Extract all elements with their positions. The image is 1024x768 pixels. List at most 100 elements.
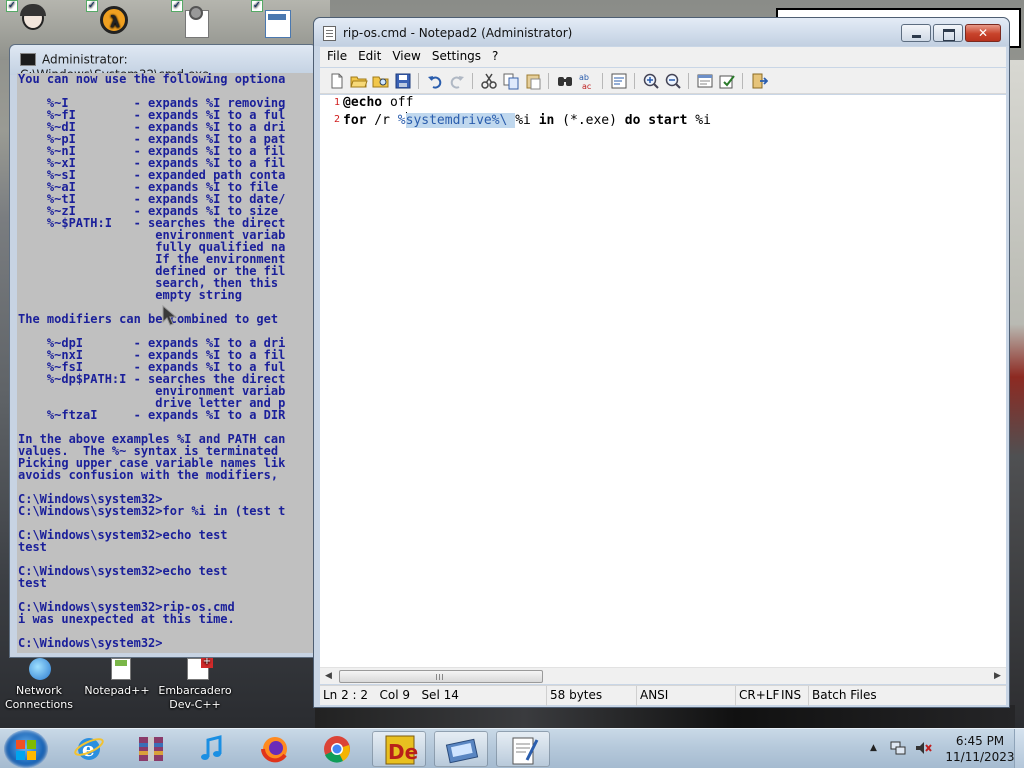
zoom-out-icon[interactable] <box>664 72 682 90</box>
maximize-button[interactable] <box>933 24 963 42</box>
keyword: in <box>538 113 555 128</box>
toolbar-separator <box>548 73 549 89</box>
selected-text[interactable]: systemdrive%\ <box>405 113 516 128</box>
gear-file-icon: ✓ <box>171 0 215 40</box>
status-eol[interactable]: CR+LF <box>735 686 779 706</box>
status-encoding[interactable]: ANSI <box>636 686 735 706</box>
copy-icon[interactable] <box>502 72 520 90</box>
taskbar-network-app[interactable] <box>434 731 488 767</box>
delphi-icon: De <box>385 735 418 765</box>
save-icon[interactable] <box>394 72 412 90</box>
show-desktop-button[interactable] <box>1014 729 1024 768</box>
open-icon[interactable] <box>350 72 368 90</box>
windows-logo-icon <box>16 751 25 760</box>
network-connections-icon <box>19 658 59 682</box>
toolbar: ab ac <box>320 68 1006 94</box>
text-editor[interactable]: 1 2 @echo off for /r %systemdrive%\ %i i… <box>320 95 1006 667</box>
taskbar-winrar[interactable] <box>124 731 178 767</box>
cut-icon[interactable] <box>480 72 498 90</box>
toolbar-separator <box>418 73 419 89</box>
exit-icon[interactable] <box>750 72 769 90</box>
svg-text:De: De <box>388 740 418 764</box>
volume-muted-icon[interactable] <box>914 740 932 756</box>
menu-help[interactable]: ? <box>485 47 502 63</box>
scroll-left-icon[interactable]: ◀ <box>320 668 337 685</box>
halflife-icon: ✓ λ <box>86 0 130 40</box>
customize-icon[interactable] <box>718 72 736 90</box>
cmd-icon <box>20 53 36 66</box>
desktop-icon-halflife[interactable]: ✓ λ <box>80 0 140 42</box>
desktop-icon-settings-file[interactable]: ✓ <box>165 0 225 42</box>
toolbar-separator <box>688 73 689 89</box>
status-position: Ln 2 : 2 Col 9 Sel 14 <box>323 688 459 702</box>
keyword: start <box>648 113 688 128</box>
start-button[interactable] <box>4 730 48 768</box>
scrollbar-thumb[interactable] <box>339 670 543 683</box>
schemes-icon[interactable] <box>696 72 714 90</box>
taskbar-firefox[interactable] <box>248 731 302 767</box>
code-text: /r <box>366 113 398 128</box>
replace-icon[interactable]: ab ac <box>578 72 596 91</box>
new-icon[interactable] <box>328 72 346 90</box>
menu-edit[interactable]: Edit <box>351 47 385 63</box>
taskbar-itunes[interactable] <box>186 731 240 767</box>
taskbar-internet-explorer[interactable]: e <box>62 731 116 767</box>
console-output[interactable]: You can now use the following optiona %~… <box>17 73 317 653</box>
desktop-icon-label: Embarcadero Dev-C++ <box>158 684 232 711</box>
horizontal-scrollbar[interactable]: ◀ ▶ <box>320 667 1006 684</box>
desktop-icon-network-connections[interactable]: Network Connections <box>0 658 78 712</box>
redo-icon[interactable] <box>448 72 466 90</box>
mouse-cursor-icon <box>162 304 178 327</box>
status-scheme[interactable]: Batch Files <box>808 686 1006 706</box>
close-button[interactable]: ✕ <box>965 24 1001 42</box>
scroll-right-icon[interactable]: ▶ <box>989 668 1006 685</box>
status-bar: Ln 2 : 2 Col 9 Sel 14 58 bytes ANSI CR+L… <box>320 685 1006 706</box>
taskbar-delphi[interactable]: De <box>372 731 426 767</box>
browse-icon[interactable] <box>372 72 390 90</box>
desktop-icon-dev-cpp[interactable]: + Embarcadero Dev-C++ <box>150 656 240 712</box>
notepad2-icon <box>512 737 539 765</box>
line-number: 2 <box>333 114 340 125</box>
windows-logo-icon <box>27 751 36 760</box>
checkbox-icon: ✓ <box>86 0 98 12</box>
code-line-1: @echo off <box>343 95 413 110</box>
taskbar-chrome[interactable] <box>310 731 364 767</box>
console-text: You can now use the following optiona %~… <box>18 73 286 650</box>
minimize-button[interactable] <box>901 24 931 42</box>
toolbar-separator <box>742 73 743 89</box>
checkbox-icon: ✓ <box>251 0 263 12</box>
network-tray-icon[interactable] <box>890 740 906 756</box>
wordwrap-icon[interactable] <box>610 72 628 90</box>
cmd-window[interactable]: Administrator: C:\Windows\System32\cmd.e… <box>9 44 317 658</box>
status-size: 58 bytes <box>546 686 636 706</box>
keyword: for <box>343 113 367 128</box>
notepad2-window[interactable]: rip-os.cmd - Notepad2 (Administrator) ✕ … <box>313 17 1010 708</box>
window-file-icon: ✓ <box>251 0 295 40</box>
desktop-icon-anime[interactable]: ✓ <box>0 0 60 42</box>
clock[interactable]: 6:45 PM 11/11/2023 <box>940 733 1020 765</box>
windows-logo-icon <box>27 740 36 749</box>
zoom-in-icon[interactable] <box>642 72 660 90</box>
find-icon[interactable] <box>556 72 574 90</box>
menu-view[interactable]: View <box>385 47 424 63</box>
paste-icon[interactable] <box>524 72 542 90</box>
taskbar-notepad2[interactable] <box>496 731 550 767</box>
menu-file[interactable]: File <box>320 47 351 63</box>
keyword: @echo <box>343 95 383 110</box>
notepad2-titlebar[interactable]: rip-os.cmd - Notepad2 (Administrator) ✕ <box>314 18 1009 46</box>
desktop-icon-window-file[interactable]: ✓ <box>245 0 305 42</box>
show-hidden-icons-icon[interactable]: ▲ <box>870 743 877 753</box>
close-icon: ✕ <box>977 26 989 40</box>
anime-character-icon: ✓ <box>6 0 50 40</box>
cmd-titlebar[interactable]: Administrator: C:\Windows\System32\cmd.e… <box>10 45 316 81</box>
windows-logo-icon <box>16 740 25 749</box>
code-text: (*.exe) <box>554 113 625 128</box>
internet-explorer-icon: e <box>74 737 104 761</box>
menu-bar: File Edit View Settings? <box>320 47 1006 67</box>
undo-icon[interactable] <box>426 72 444 90</box>
toolbar-separator <box>472 73 473 89</box>
notepad-plus-plus-icon <box>97 658 137 682</box>
network-app-icon <box>445 738 479 764</box>
desktop-icon-notepad-plus-plus[interactable]: Notepad++ <box>78 658 156 698</box>
menu-settings[interactable]: Settings <box>425 47 485 63</box>
